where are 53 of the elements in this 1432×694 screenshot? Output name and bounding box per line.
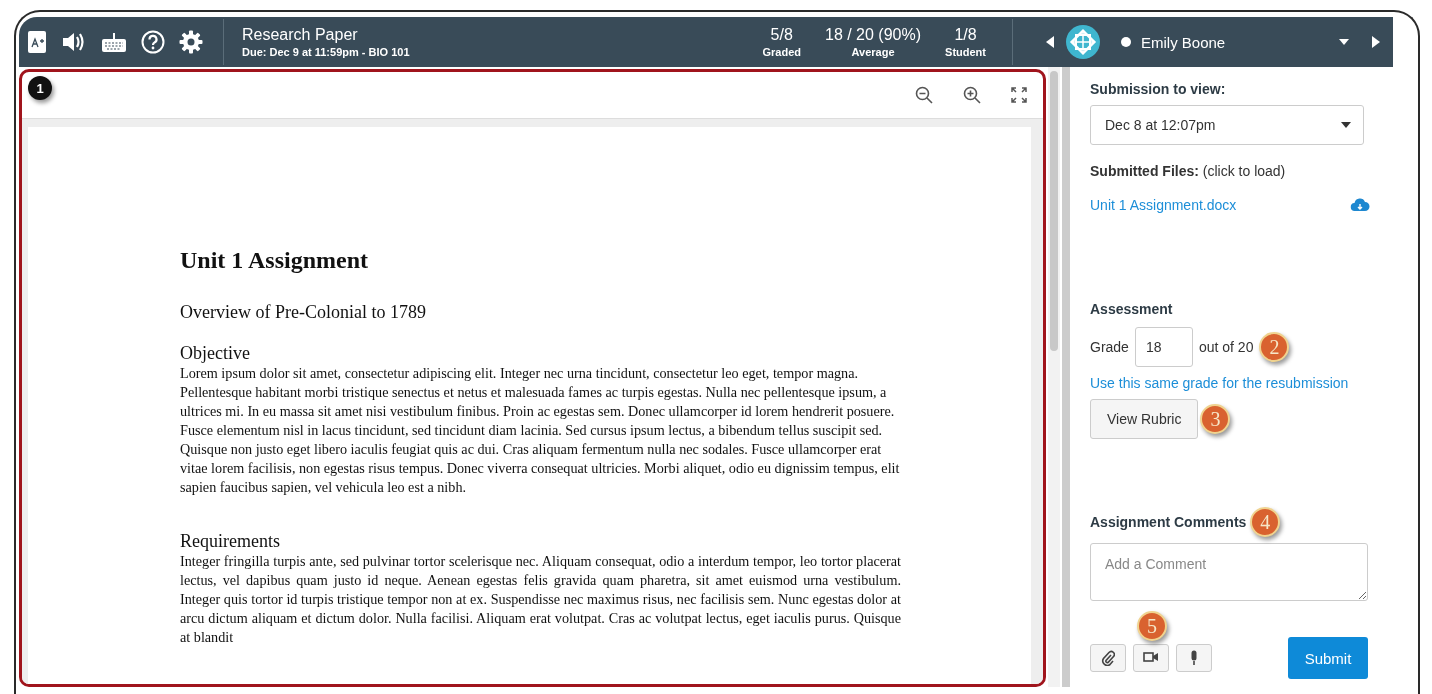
- callout-marker: 2: [1259, 332, 1290, 362]
- attach-button[interactable]: [1090, 644, 1126, 672]
- callout-marker: 3: [1200, 404, 1231, 434]
- grade-input[interactable]: 18: [1134, 327, 1193, 367]
- assessment-label: Assessment: [1090, 301, 1174, 317]
- callout-marker: 1: [28, 76, 52, 100]
- student-name[interactable]: Emily Boone: [1141, 33, 1329, 51]
- media-comment-button[interactable]: [1133, 644, 1169, 672]
- caret-icon: [1341, 122, 1351, 128]
- callout-marker: 4: [1250, 507, 1281, 537]
- submit-button[interactable]: Submit: [1288, 637, 1368, 679]
- view-rubric-button[interactable]: View Rubric: [1090, 399, 1199, 439]
- assignment-title: Research Paper: [242, 26, 359, 44]
- file-link[interactable]: Unit 1 Assignment.docx: [1090, 197, 1237, 213]
- stat-value: 18 / 20 (90%): [825, 26, 922, 44]
- previous-student-icon[interactable]: [1045, 35, 1055, 49]
- status-dot-icon: [1121, 37, 1131, 47]
- grade-label: Grade: [1090, 339, 1129, 355]
- comments-label: Assignment Comments: [1090, 514, 1247, 530]
- stat-label: Average: [850, 46, 896, 58]
- fullscreen-icon[interactable]: [1011, 87, 1027, 103]
- stat-value: 5/8: [769, 26, 794, 44]
- submitted-files-label: Submitted Files: (click to load): [1090, 163, 1287, 179]
- stat-label: Graded: [762, 46, 801, 58]
- section-heading: Objective: [180, 343, 251, 364]
- due-date: Due: Dec 9 at 11:59pm - BIO 101: [242, 46, 411, 58]
- grade-document-icon[interactable]: [27, 30, 47, 54]
- submission-dropdown[interactable]: Dec 8 at 12:07pm: [1090, 105, 1364, 145]
- zoom-in-icon[interactable]: [963, 86, 981, 104]
- paperclip-icon: [1101, 650, 1115, 666]
- comment-field[interactable]: Add a Comment: [1090, 543, 1368, 601]
- section-paragraph: Integer fringilla turpis ante, sed pulvinar tortor scelerisque nec. Aliquam consequat, odio a interdum tempor, leo tortor placerat lectus, vel dapibus quam justo id neque. Aenean egestas felis gravida quam pharetra, sit amet euismod urna vestibulum. Integer quis tortor id turpis tristique tempor non at ex. Suspendisse nec maximus risus, nec facilisis sem. Nunc egestas dolor at arcu dictum aliquam et dictum dolor. Nulla facilisi. Aliquam erat volutpat. Cras ac volutpat lectus, eget iaculis purus. Quisque at blandit: [180, 552, 901, 647]
- scrollbar-thumb[interactable]: [1050, 71, 1058, 351]
- keyboard-icon[interactable]: [101, 31, 127, 53]
- zoom-out-icon[interactable]: [915, 86, 933, 104]
- avatar-icon: [1065, 24, 1101, 60]
- resubmission-link[interactable]: Use this same grade for the resubmission: [1090, 375, 1373, 391]
- section-heading: Requirements: [180, 531, 281, 552]
- audio-comment-button[interactable]: [1176, 644, 1212, 672]
- grade-out-of: out of 20: [1198, 339, 1254, 355]
- document-subtitle: Overview of Pre-Colonial to 1789: [180, 302, 427, 323]
- next-student-icon[interactable]: [1371, 35, 1381, 49]
- callout-marker: 5: [1137, 611, 1167, 641]
- microphone-icon: [1189, 650, 1199, 666]
- submission-label: Submission to view:: [1090, 81, 1227, 97]
- section-paragraph: Lorem ipsum dolor sit amet, consectetur adipiscing elit. Integer nec urna tincidunt, consectetur leo eget, tempor magna. Pellentesque habitant morbi tristique senectus et netus et malesuada fames ac turpis egestas. Nulla nec pellentesque ipsum, a ultrices mi. In eu massa sit amet nisi vestibulum finibus. Proin ac egestas sem. Donec ullamcorper id lorem hendrerit posuere. Fusce elementum nisl in lacus tincidunt, sed tincidunt diam lacinia. Sed cursus ipsum lectus, a bibendum tellus suscipit sed. Quisque non justo eget libero iaculis feugiat quis ac dui. Cras aliquam fermentum nulla nec sodales. Fusce ullamcorper erat vitae lorem facilisis, non egestas risus tempus. Donec viverra consequat ultricies. Morbi aliquet, odio eu dignissim tempus, elit sapien faucibus sapien, vel vehicula leo est a nibh.: [180, 364, 901, 497]
- help-icon[interactable]: [141, 30, 165, 54]
- cloud-download-icon[interactable]: [1350, 198, 1370, 212]
- document-title: Unit 1 Assignment: [180, 247, 370, 274]
- stat-label: Student: [945, 46, 986, 58]
- speaker-icon[interactable]: [61, 31, 87, 53]
- caret-icon[interactable]: [1339, 39, 1349, 45]
- stat-value: 1/8: [953, 26, 978, 44]
